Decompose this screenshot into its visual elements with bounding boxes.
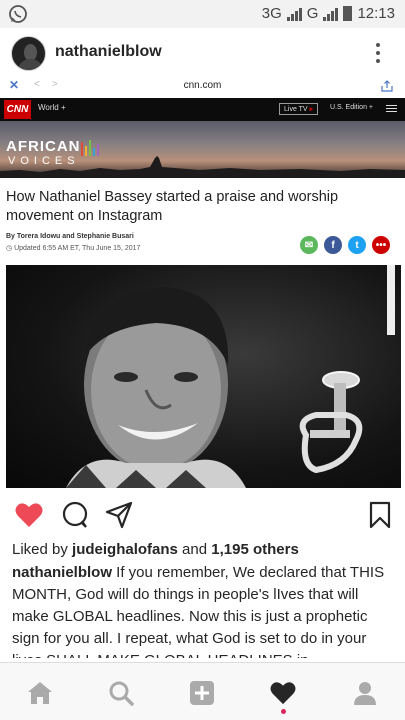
post-caption: nathanielblow If you remember, We declar… <box>12 562 397 658</box>
embedded-browser-bar: ✕ <> cnn.com <box>0 78 405 94</box>
status-icons: 3G G 12:13 <box>262 5 395 22</box>
bookmark-icon[interactable] <box>365 500 395 530</box>
embedded-url: cnn.com <box>183 80 222 91</box>
send-icon[interactable] <box>104 500 134 530</box>
more-share-icon: ••• <box>372 236 390 254</box>
post-image[interactable]: ✕ <> cnn.com CNN World + Live TV ▸ U.S. … <box>0 78 405 488</box>
hamburger-icon <box>386 105 397 112</box>
status-bar: 3G G 12:13 <box>0 0 405 28</box>
likes-summary[interactable]: Liked by judeighalofans and 1,195 others <box>12 541 299 558</box>
post-actions <box>0 488 405 540</box>
network-label: 3G <box>261 5 282 22</box>
signal-icon <box>286 7 302 21</box>
facebook-share-icon: f <box>324 236 342 254</box>
signal-icon-2 <box>323 7 339 21</box>
post-username[interactable]: nathanielblow <box>55 43 162 61</box>
heart-filled-icon[interactable] <box>14 500 44 530</box>
likes-prefix: Liked by <box>12 541 73 558</box>
side-strip <box>387 265 395 335</box>
cnn-navbar: CNN World + Live TV ▸ U.S. Edition + <box>0 98 405 121</box>
article-photo <box>6 265 401 488</box>
whatsapp-icon <box>9 5 27 23</box>
article-byline: By Torera Idowu and Stephanie Busari <box>6 233 134 240</box>
email-share-icon: ✉ <box>300 236 318 254</box>
article-headline: How Nathaniel Bassey started a praise an… <box>6 189 339 224</box>
banner-subtitle: VOICES <box>8 155 80 167</box>
cnn-section: World + <box>38 103 66 112</box>
activity-heart-icon[interactable] <box>270 680 296 706</box>
likes-middle: and <box>177 541 212 558</box>
share-icon <box>381 80 393 92</box>
caption-username[interactable]: nathanielblow <box>12 564 112 581</box>
clock: 12:13 <box>357 5 395 22</box>
profile-icon[interactable] <box>352 680 378 706</box>
avatar[interactable] <box>11 36 46 71</box>
share-buttons: ✉ f t ••• <box>300 236 390 254</box>
african-voices-banner: AFRICAN VOICES <box>0 121 405 178</box>
search-icon[interactable] <box>108 680 134 706</box>
activity-dot <box>281 709 286 714</box>
article-updated: ◷ Updated 6:55 AM ET, Thu June 15, 2017 <box>6 245 141 252</box>
comment-icon[interactable] <box>60 500 90 530</box>
cnn-edition: U.S. Edition + <box>330 104 373 111</box>
network-label-2: G <box>306 5 319 22</box>
battery-icon <box>343 6 353 21</box>
home-icon[interactable] <box>27 680 53 706</box>
likes-count[interactable]: 1,195 others <box>211 541 299 558</box>
banner-bars <box>81 140 99 156</box>
twitter-share-icon: t <box>348 236 366 254</box>
cnn-live-tv: Live TV ▸ <box>279 103 319 115</box>
liked-by-user[interactable]: judeighalofans <box>72 541 178 558</box>
post-header: nathanielblow <box>0 28 405 78</box>
add-post-icon[interactable] <box>189 680 215 706</box>
bottom-nav <box>0 662 405 720</box>
cnn-logo: CNN <box>4 100 31 119</box>
vertical-dots-icon[interactable] <box>376 43 380 63</box>
banner-title: AFRICAN <box>6 138 81 155</box>
man-with-trumpet-photo <box>66 287 363 488</box>
